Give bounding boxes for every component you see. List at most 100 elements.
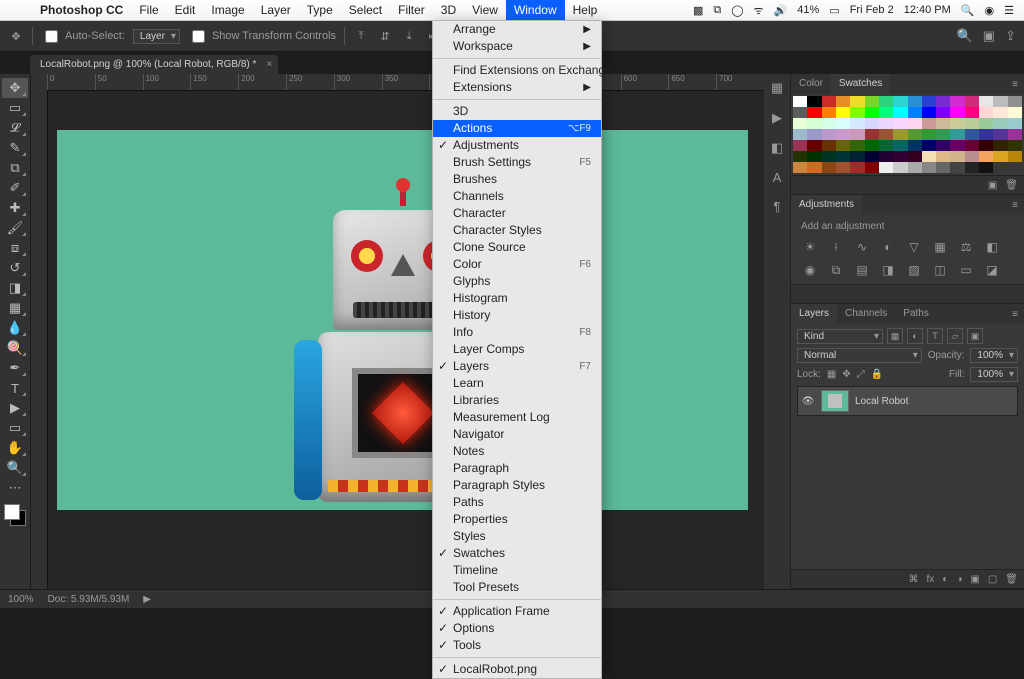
search-icon[interactable]: 🔍 [957, 28, 973, 44]
hand-tool[interactable]: ✋ [2, 438, 28, 458]
type-tool[interactable]: T [2, 378, 28, 398]
swatch[interactable] [893, 118, 907, 129]
window-menu-item[interactable]: Glyphs [433, 273, 601, 290]
window-menu-item[interactable]: Channels [433, 188, 601, 205]
swatch[interactable] [922, 162, 936, 173]
swatch[interactable] [893, 129, 907, 140]
filter-adjust-icon[interactable]: ◐ [907, 328, 923, 344]
swatch[interactable] [807, 118, 821, 129]
menu-view[interactable]: View [464, 0, 506, 20]
menu-layer[interactable]: Layer [253, 0, 299, 20]
channels-tab[interactable]: Channels [837, 304, 895, 324]
swatch[interactable] [850, 140, 864, 151]
swatch[interactable] [1008, 140, 1022, 151]
fill-value[interactable]: 100% [970, 367, 1018, 382]
posterize-icon[interactable]: ▨ [905, 263, 923, 278]
swatch[interactable] [893, 107, 907, 118]
swatch[interactable] [1008, 151, 1022, 162]
window-menu-item[interactable]: Character [433, 205, 601, 222]
marquee-tool[interactable]: ▭ [2, 98, 28, 118]
healing-tool[interactable]: ✚ [2, 198, 28, 218]
levels-icon[interactable]: ⟊ [827, 240, 845, 255]
crop-tool[interactable]: ⧉ [2, 158, 28, 178]
swatch[interactable] [950, 96, 964, 107]
auto-select-checkbox[interactable]: Auto-Select: [41, 27, 125, 46]
window-menu-item[interactable]: Brush SettingsF5 [433, 154, 601, 171]
layer-row[interactable]: 👁 Local Robot [797, 386, 1018, 416]
swatch[interactable] [793, 129, 807, 140]
align-right-icon[interactable]: ⤓ [401, 28, 417, 44]
swatch[interactable] [807, 107, 821, 118]
menu-window[interactable]: Window [506, 0, 565, 20]
eraser-tool[interactable]: ◨ [2, 278, 28, 298]
swatch[interactable] [850, 107, 864, 118]
swatch[interactable] [965, 129, 979, 140]
zoom-level[interactable]: 100% [8, 594, 34, 605]
swatch[interactable] [936, 151, 950, 162]
window-menu-item[interactable]: Notes [433, 443, 601, 460]
swatch[interactable] [879, 151, 893, 162]
swatch[interactable] [893, 140, 907, 151]
align-center-v-icon[interactable]: ⇵ [377, 28, 393, 44]
swatch[interactable] [1008, 96, 1022, 107]
layers-tab[interactable]: Layers [791, 304, 837, 324]
swatch[interactable] [979, 140, 993, 151]
swatch[interactable] [936, 162, 950, 173]
swatch[interactable] [908, 107, 922, 118]
window-menu-item[interactable]: Arrange▶ [433, 21, 601, 38]
layer-mask-icon[interactable]: ◐ [942, 574, 948, 585]
swatch[interactable] [793, 151, 807, 162]
swatch[interactable] [965, 151, 979, 162]
swatch[interactable] [879, 162, 893, 173]
swatch-grid[interactable] [791, 94, 1024, 175]
swatch[interactable] [908, 162, 922, 173]
swatch[interactable] [922, 151, 936, 162]
hue-sat-icon[interactable]: ▦ [931, 240, 949, 255]
swatch[interactable] [879, 129, 893, 140]
pen-tool[interactable]: ✒ [2, 358, 28, 378]
swatch[interactable] [865, 118, 879, 129]
layer-name[interactable]: Local Robot [855, 396, 908, 407]
swatch[interactable] [936, 140, 950, 151]
swatch[interactable] [1008, 129, 1022, 140]
swatch[interactable] [979, 162, 993, 173]
swatch[interactable] [822, 107, 836, 118]
swatch[interactable] [908, 118, 922, 129]
window-menu-item[interactable]: Paragraph Styles [433, 477, 601, 494]
swatch[interactable] [836, 96, 850, 107]
workspace-icon[interactable]: ▣ [983, 28, 995, 44]
swatch[interactable] [836, 151, 850, 162]
window-menu-item[interactable]: Tool Presets [433, 579, 601, 596]
foreground-color[interactable] [4, 504, 20, 520]
menu-file[interactable]: File [131, 0, 166, 20]
layer-fx-icon[interactable]: fx [927, 574, 935, 585]
swatch[interactable] [850, 129, 864, 140]
swatch[interactable] [865, 107, 879, 118]
window-menu-item[interactable]: 3D [433, 103, 601, 120]
lock-all-icon[interactable]: 🔒 [871, 369, 883, 380]
window-menu-item[interactable]: Find Extensions on Exchange... [433, 62, 601, 79]
move-tool[interactable]: ✥ [2, 78, 28, 98]
auto-select-input[interactable] [45, 30, 58, 43]
new-group-icon[interactable]: ▣ [970, 574, 979, 585]
window-menu-item[interactable]: Properties [433, 511, 601, 528]
paragraph-panel-icon[interactable]: ¶ [774, 199, 781, 214]
swatch[interactable] [950, 107, 964, 118]
swatch[interactable] [836, 140, 850, 151]
lock-pixels-icon[interactable]: ▦ [827, 369, 836, 380]
swatch[interactable] [793, 162, 807, 173]
window-menu-item[interactable]: ✓LayersF7 [433, 358, 601, 375]
auto-select-dropdown[interactable]: Layer [133, 29, 180, 44]
menu-image[interactable]: Image [203, 0, 252, 20]
window-menu-item[interactable]: ✓Options [433, 620, 601, 637]
swatch[interactable] [879, 140, 893, 151]
window-menu-item[interactable]: Measurement Log [433, 409, 601, 426]
menu-help[interactable]: Help [565, 0, 606, 20]
swatch[interactable] [850, 162, 864, 173]
swatch[interactable] [836, 162, 850, 173]
vibrance-icon[interactable]: ▽ [905, 240, 923, 255]
edit-toolbar[interactable]: ⋯ [2, 478, 28, 498]
swatch[interactable] [936, 96, 950, 107]
swatch[interactable] [993, 129, 1007, 140]
threshold-icon[interactable]: ◫ [931, 263, 949, 278]
